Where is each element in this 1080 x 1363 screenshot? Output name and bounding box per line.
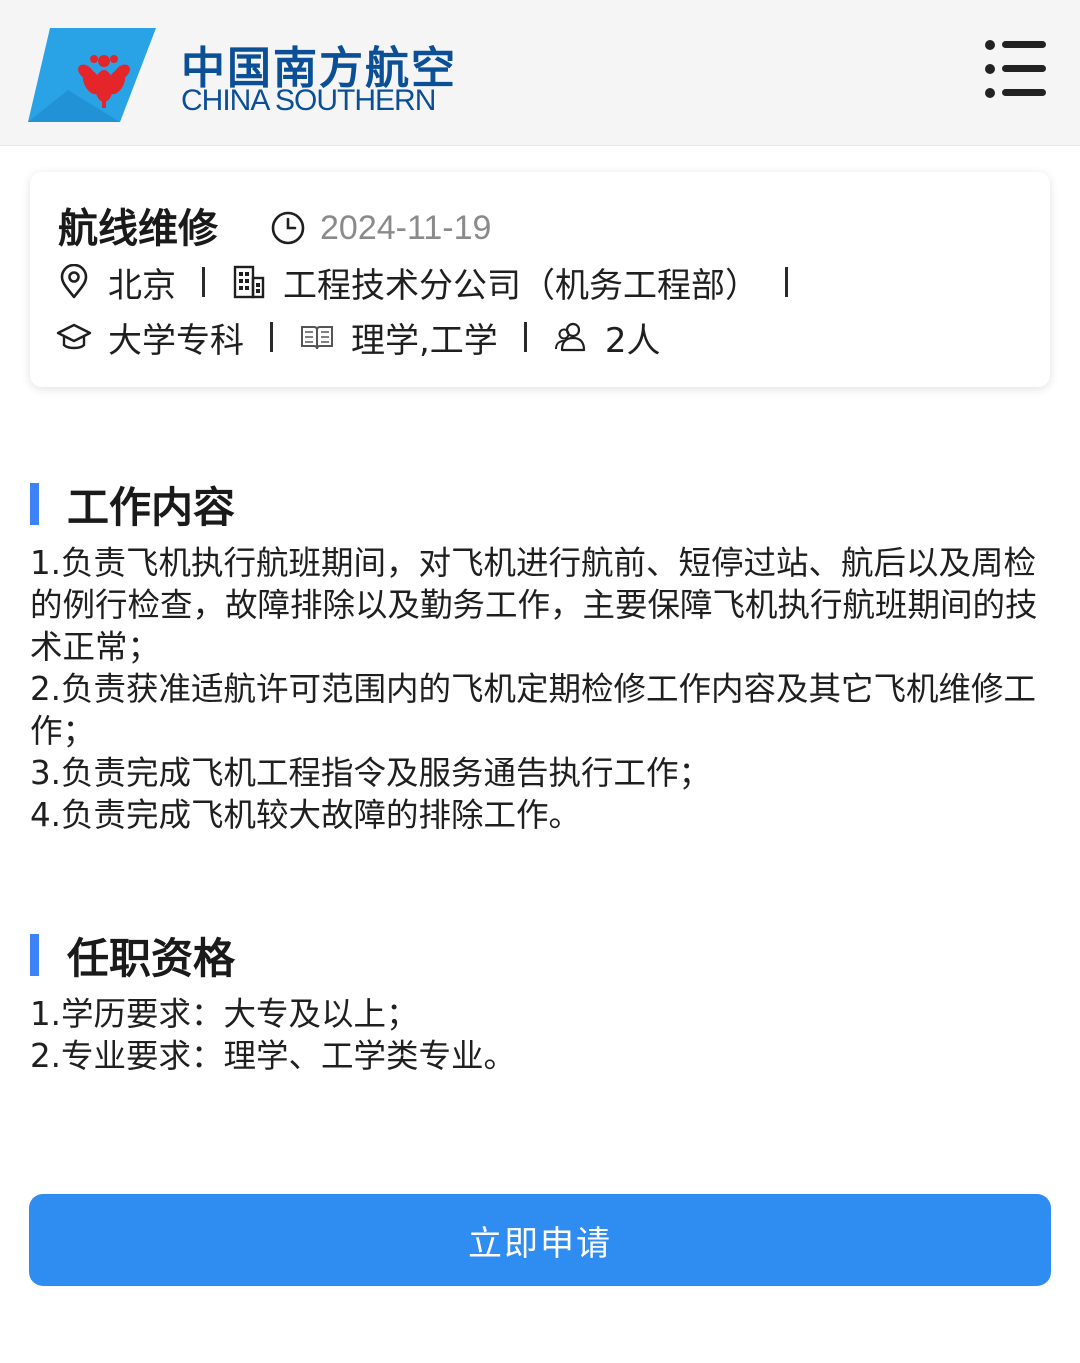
divider	[270, 322, 273, 352]
building-icon	[233, 265, 265, 299]
graduation-cap-icon	[56, 323, 92, 350]
china-southern-logo[interactable]: 中国南方航空 CHINA SOUTHERN	[28, 28, 458, 122]
people-icon	[554, 322, 585, 352]
location-pin-icon	[60, 264, 88, 299]
job-headcount: 2人	[604, 320, 661, 361]
section-accent-bar	[30, 483, 39, 525]
requirements-heading: 任职资格	[30, 931, 235, 983]
divider	[202, 267, 205, 297]
job-department: 工程技术分公司（机务工程部）	[283, 265, 759, 306]
book-icon	[301, 326, 333, 350]
kapok-flower-logo-icon	[28, 28, 156, 122]
section-accent-bar	[30, 934, 39, 976]
requirements-heading-text: 任职资格	[67, 933, 236, 983]
apply-now-button[interactable]: 立即申请	[29, 1194, 1051, 1286]
requirement-line: 2.专业要求：理学、工学类专业。	[30, 1037, 517, 1075]
job-major: 理学,工学	[351, 320, 498, 361]
duties-content: 1.负责飞机执行航班期间，对飞机进行航前、短停过站、航后以及周检的例行检查，故障…	[30, 542, 1050, 836]
brand-name-en: CHINA SOUTHERN	[181, 84, 436, 117]
app-header: 中国南方航空 CHINA SOUTHERN	[0, 0, 1080, 146]
duties-heading-text: 工作内容	[67, 482, 236, 532]
duty-line: 4.负责完成飞机较大故障的排除工作。	[30, 796, 582, 834]
divider	[785, 267, 788, 297]
job-meta-row-1: 北京 工程技术分公司（机务工程部）	[56, 260, 814, 306]
duties-heading: 工作内容	[30, 480, 235, 532]
job-title: 航线维修	[58, 206, 218, 252]
requirement-line: 1.学历要求：大专及以上；	[30, 995, 419, 1033]
job-location: 北京	[108, 265, 176, 306]
publish-date: 2024-11-19	[270, 208, 491, 248]
job-meta-row-2: 大学专科 理学,工学 2人	[56, 315, 661, 361]
job-education: 大学专科	[108, 320, 244, 361]
duty-line: 1.负责飞机执行航班期间，对飞机进行航前、短停过站、航后以及周检的例行检查，故障…	[30, 544, 1038, 666]
divider	[523, 322, 527, 352]
publish-date-text: 2024-11-19	[320, 208, 492, 247]
job-summary-card: 航线维修 2024-11-19 北京 工程技术分公司（机务工程部） 大学专科 理…	[30, 172, 1050, 387]
list-menu-icon[interactable]	[984, 38, 1050, 100]
duty-line: 3.负责完成飞机工程指令及服务通告执行工作；	[30, 754, 712, 792]
duty-line: 2.负责获准适航许可范围内的飞机定期检修工作内容及其它飞机维修工作；	[30, 670, 1037, 750]
requirements-content: 1.学历要求：大专及以上； 2.专业要求：理学、工学类专业。	[30, 993, 1050, 1077]
clock-icon	[271, 211, 305, 245]
